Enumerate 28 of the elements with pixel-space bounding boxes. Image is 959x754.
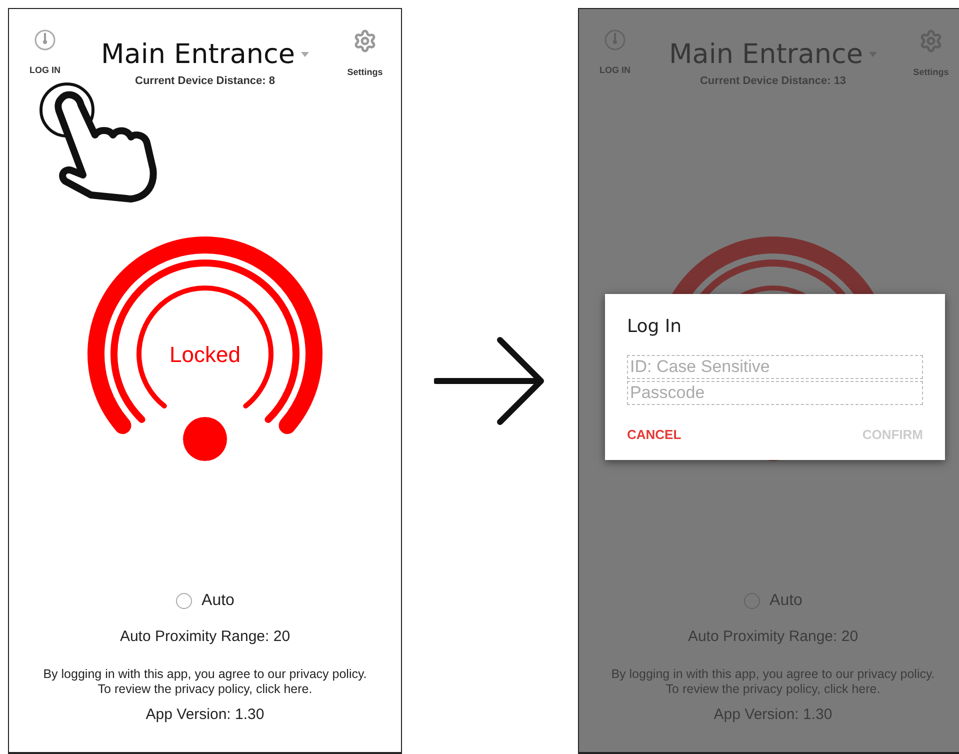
settings-label[interactable]: Settings — [347, 67, 383, 77]
proximity-range: Auto Proximity Range: 20 — [688, 628, 858, 645]
app-version: App Version: 1.30 — [146, 706, 264, 723]
cancel-button[interactable]: CANCEL — [627, 427, 682, 442]
input-field[interactable]: ID: Case Sensitive — [627, 355, 923, 379]
auto-label: Auto — [770, 592, 802, 610]
login-label[interactable]: LOG IN — [600, 65, 630, 75]
privacy-notice: To review the privacy policy, click here. — [98, 682, 312, 696]
input-field[interactable]: Passcode — [627, 381, 923, 405]
device-distance: Current Device Distance: 8 — [135, 75, 275, 87]
proximity-range: Auto Proximity Range: 20 — [120, 628, 290, 645]
clock-icon[interactable] — [34, 29, 56, 51]
privacy-notice: To review the privacy policy, click here. — [666, 682, 880, 696]
caret-icon[interactable] — [301, 52, 309, 56]
location-title[interactable]: Main Entrance — [100, 38, 295, 70]
login-label[interactable]: LOG IN — [30, 65, 60, 75]
settings-label[interactable]: Settings — [913, 67, 949, 77]
dialog-title: Log In — [627, 316, 683, 337]
privacy-notice: By logging in with this app, you agree to our privacy policy. — [43, 667, 367, 681]
privacy-notice: By logging in with this app, you agree to our privacy policy. — [611, 667, 935, 681]
auto-label: Auto — [202, 592, 234, 610]
lock-rings-drawing[interactable] — [88, 236, 322, 461]
device-distance: Current Device Distance: 13 — [700, 75, 846, 87]
right-arrow-icon — [434, 336, 546, 426]
app-version: App Version: 1.30 — [714, 706, 832, 723]
auto-radio[interactable] — [176, 593, 192, 609]
lock-status: Locked — [170, 342, 240, 367]
settings-icon[interactable] — [353, 29, 377, 53]
